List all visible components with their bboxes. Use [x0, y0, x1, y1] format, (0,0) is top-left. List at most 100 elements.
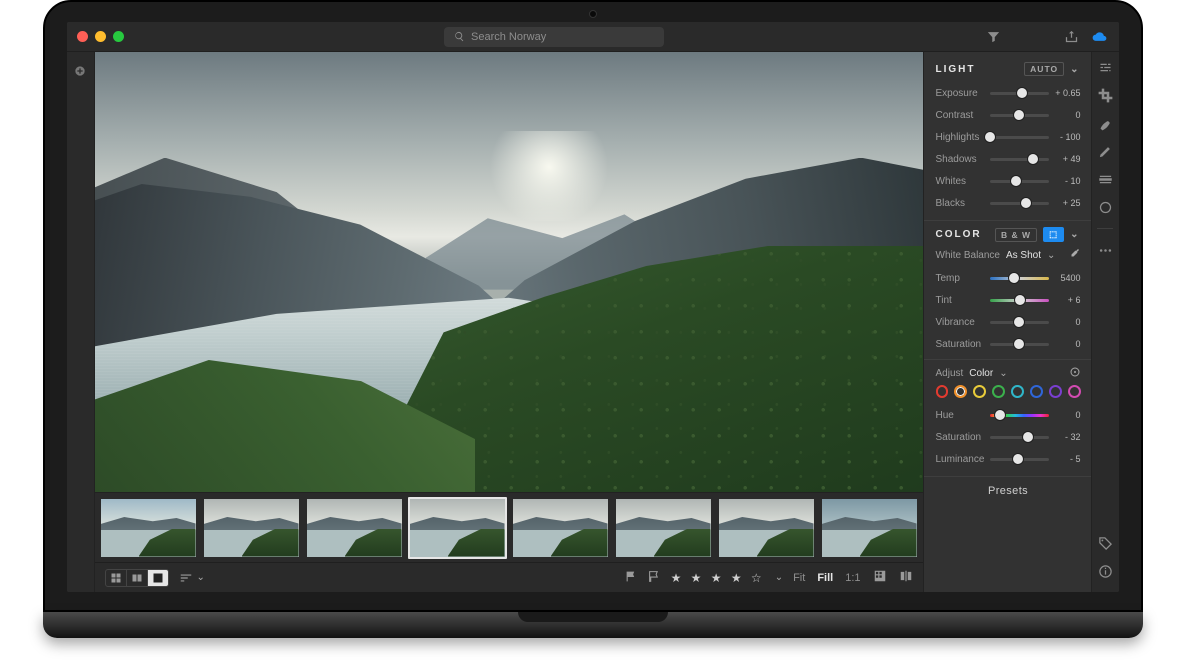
slider-track[interactable] [990, 414, 1049, 417]
filmstrip-thumb[interactable] [202, 497, 301, 559]
color-swatch[interactable] [1068, 385, 1081, 398]
bw-button[interactable]: B & W [995, 228, 1037, 242]
info-icon[interactable] [1096, 562, 1114, 580]
target-adjust-icon[interactable] [1069, 366, 1081, 381]
color-profile-icon[interactable]: ⬚ [1043, 227, 1064, 242]
light-section-header[interactable]: LIGHT AUTO ⌄ [936, 62, 1081, 76]
slider-track[interactable] [990, 321, 1049, 324]
linear-gradient-icon[interactable] [1096, 170, 1114, 188]
filmstrip-thumb[interactable] [511, 497, 610, 559]
search-field[interactable]: Search Norway [444, 27, 664, 47]
slider-hue[interactable]: Hue 0 [936, 404, 1081, 426]
slider-saturation[interactable]: Saturation 0 [936, 333, 1081, 355]
slider-blacks[interactable]: Blacks + 25 [936, 192, 1081, 214]
filmstrip-thumb[interactable] [614, 497, 713, 559]
slider-track[interactable] [990, 436, 1049, 439]
slider-track[interactable] [990, 458, 1048, 461]
flag-pick-icon[interactable] [625, 570, 638, 586]
fill-button[interactable]: Fill [817, 572, 833, 584]
radial-gradient-icon[interactable] [1096, 198, 1114, 216]
slider-vibrance[interactable]: Vibrance 0 [936, 311, 1081, 333]
slider-contrast[interactable]: Contrast 0 [936, 104, 1081, 126]
slider-value: 0 [1055, 339, 1081, 349]
slider-knob[interactable] [1014, 317, 1024, 327]
slider-luminance[interactable]: Luminance - 5 [936, 448, 1081, 470]
slider-knob[interactable] [1023, 432, 1033, 442]
slider-highlights[interactable]: Highlights - 100 [936, 126, 1081, 148]
one-to-one-button[interactable]: 1:1 [845, 572, 860, 584]
filmstrip-thumb[interactable] [717, 497, 816, 559]
photo-canvas[interactable] [95, 52, 923, 492]
slider-track[interactable] [990, 277, 1049, 280]
slider-track[interactable] [990, 136, 1049, 139]
healing-brush-icon[interactable] [1096, 114, 1114, 132]
color-swatch[interactable] [954, 385, 967, 398]
filter-icon[interactable] [985, 28, 1003, 46]
share-icon[interactable] [1063, 28, 1081, 46]
slider-knob[interactable] [985, 132, 995, 142]
color-swatch[interactable] [1030, 385, 1043, 398]
color-mixer-header[interactable]: Adjust Color ⌄ [936, 366, 1081, 381]
maximize-window-button[interactable] [113, 31, 124, 42]
slider-label: Tint [936, 295, 984, 306]
cloud-sync-icon[interactable] [1091, 28, 1109, 46]
grid-overlay-icon[interactable] [873, 569, 887, 586]
slider-shadows[interactable]: Shadows + 49 [936, 148, 1081, 170]
slider-track[interactable] [990, 158, 1049, 161]
slider-knob[interactable] [1021, 198, 1031, 208]
color-swatch[interactable] [992, 385, 1005, 398]
slider-track[interactable] [990, 114, 1049, 117]
flag-reject-icon[interactable] [648, 570, 661, 586]
compare-view-button[interactable] [126, 569, 148, 587]
color-section-header[interactable]: COLOR B & W ⬚ ⌄ [936, 227, 1081, 242]
slider-knob[interactable] [1011, 176, 1021, 186]
close-window-button[interactable] [77, 31, 88, 42]
slider-value: 0 [1055, 110, 1081, 120]
filmstrip-thumb[interactable] [408, 497, 507, 559]
minimize-window-button[interactable] [95, 31, 106, 42]
filmstrip-thumb[interactable] [305, 497, 404, 559]
slider-track[interactable] [990, 343, 1049, 346]
slider-tint[interactable]: Tint + 6 [936, 289, 1081, 311]
slider-saturation[interactable]: Saturation - 32 [936, 426, 1081, 448]
white-balance-row[interactable]: White Balance As Shot ⌄ [936, 248, 1081, 263]
slider-knob[interactable] [1028, 154, 1038, 164]
slider-temp[interactable]: Temp 5400 [936, 267, 1081, 289]
slider-track[interactable] [990, 92, 1049, 95]
rating-stars[interactable]: ★ ★ ★ ★ ☆ [671, 571, 765, 585]
more-tools-icon[interactable] [1096, 241, 1114, 259]
filmstrip-thumb[interactable] [99, 497, 198, 559]
add-photos-icon[interactable] [71, 62, 89, 80]
slider-knob[interactable] [1013, 454, 1023, 464]
edit-sliders-icon[interactable] [1096, 58, 1114, 76]
brush-icon[interactable] [1096, 142, 1114, 160]
slider-track[interactable] [990, 299, 1049, 302]
sort-menu[interactable]: ⌄ [179, 571, 205, 585]
slider-knob[interactable] [1014, 110, 1024, 120]
slider-knob[interactable] [1009, 273, 1019, 283]
color-swatch[interactable] [1011, 385, 1024, 398]
slider-knob[interactable] [1017, 88, 1027, 98]
tag-icon[interactable] [1096, 534, 1114, 552]
slider-exposure[interactable]: Exposure + 0.65 [936, 82, 1081, 104]
color-swatch[interactable] [1049, 385, 1062, 398]
before-after-icon[interactable] [899, 569, 913, 586]
slider-whites[interactable]: Whites - 10 [936, 170, 1081, 192]
slider-track[interactable] [990, 180, 1049, 183]
slider-track[interactable] [990, 202, 1049, 205]
grid-view-button[interactable] [105, 569, 127, 587]
eyedropper-icon[interactable] [1069, 248, 1081, 263]
color-swatch[interactable] [973, 385, 986, 398]
filmstrip[interactable] [95, 492, 923, 562]
fit-button[interactable]: Fit [793, 572, 805, 584]
slider-knob[interactable] [1014, 339, 1024, 349]
color-swatch[interactable] [936, 385, 949, 398]
filmstrip-thumb[interactable] [820, 497, 919, 559]
presets-button[interactable]: Presets [936, 485, 1081, 497]
detail-view-button[interactable] [147, 569, 169, 587]
auto-button[interactable]: AUTO [1024, 62, 1064, 76]
slider-knob[interactable] [1015, 295, 1025, 305]
slider-label: Vibrance [936, 317, 984, 328]
crop-icon[interactable] [1096, 86, 1114, 104]
slider-knob[interactable] [995, 410, 1005, 420]
